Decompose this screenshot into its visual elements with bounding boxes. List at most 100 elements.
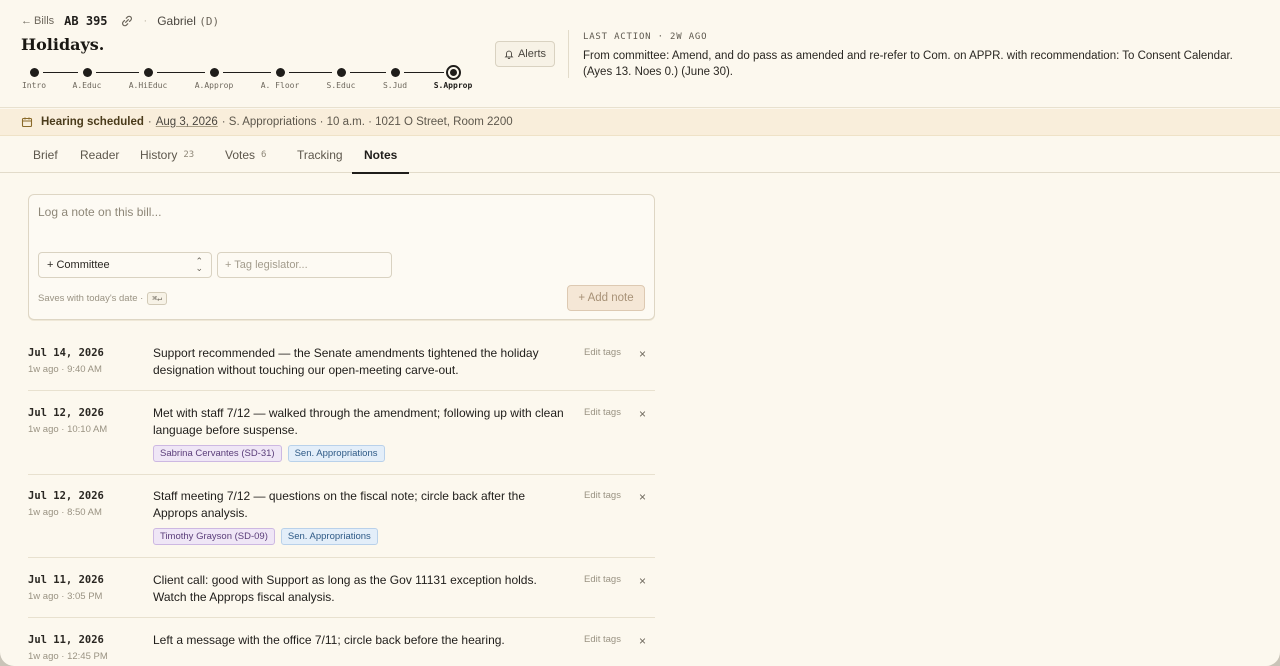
step-dot[interactable] bbox=[82, 68, 92, 77]
add-note-button[interactable]: + Add note bbox=[567, 285, 645, 311]
delete-note-icon[interactable]: × bbox=[639, 408, 646, 420]
delete-note-icon[interactable]: × bbox=[639, 575, 646, 587]
edit-tags-button[interactable]: Edit tags bbox=[584, 490, 621, 501]
note-text: Client call: good with Support as long a… bbox=[153, 573, 537, 604]
separator: · bbox=[147, 116, 152, 128]
note-date: Jul 11, 2026 bbox=[28, 574, 104, 586]
note-text: Left a message with the office 7/11; cir… bbox=[153, 633, 505, 647]
committee-select-value: + Committee bbox=[47, 259, 110, 271]
hearing-label: Hearing scheduled bbox=[41, 116, 144, 128]
hearing-details: · S. Appropriations · 10 a.m. · 1021 O S… bbox=[221, 116, 513, 128]
committee-tag[interactable]: Sen. Appropriations bbox=[287, 445, 385, 462]
tab-count: 6 bbox=[261, 150, 267, 160]
tab-label: Votes bbox=[225, 148, 256, 162]
tab-tracking[interactable]: Tracking bbox=[297, 137, 343, 173]
note-date: Jul 12, 2026 bbox=[28, 407, 104, 419]
note-timestamp: 1w ago · 9:40 AM bbox=[28, 364, 102, 375]
tag-legislator-input[interactable] bbox=[217, 252, 392, 278]
committee-tag[interactable]: Sen. Appropriations bbox=[280, 528, 378, 545]
step-label: S.Jud bbox=[382, 81, 408, 90]
note-timestamp: 1w ago · 3:05 PM bbox=[28, 591, 103, 602]
committee-select[interactable]: + Committee ⌃ ⌄ bbox=[38, 252, 212, 278]
step-label: Intro bbox=[21, 81, 47, 90]
breadcrumb: ← Bills AB 395 · Gabriel (D) bbox=[21, 14, 219, 28]
tab-reader[interactable]: Reader bbox=[80, 137, 119, 173]
tab-brief[interactable]: Brief bbox=[33, 137, 58, 173]
step-connector bbox=[289, 72, 332, 73]
back-label: Bills bbox=[34, 15, 55, 27]
step-label: A. Floor bbox=[260, 81, 300, 90]
last-action-panel: LAST ACTION · 2W AGO From committee: Ame… bbox=[583, 32, 1253, 80]
divider bbox=[568, 30, 569, 78]
bill-progress-stepper: Intro A.Educ A.HiEduc A.Approp A. Floor S.Edu… bbox=[21, 64, 491, 94]
step-dot[interactable] bbox=[275, 68, 285, 77]
tab-label: Notes bbox=[364, 148, 398, 162]
step-connector bbox=[350, 72, 386, 73]
note-date: Jul 11, 2026 bbox=[28, 634, 104, 646]
note-timestamp: 1w ago · 8:50 AM bbox=[28, 507, 102, 518]
keyboard-shortcut: ⌘↵ bbox=[147, 292, 167, 305]
tab-label: History bbox=[140, 148, 178, 162]
note-tags: Timothy Grayson (SD-09) Sen. Appropriatio… bbox=[153, 528, 378, 545]
app-window: ← Bills AB 395 · Gabriel (D) Holidays. I… bbox=[0, 0, 1280, 666]
edit-tags-button[interactable]: Edit tags bbox=[584, 574, 621, 585]
step-dot[interactable] bbox=[143, 68, 153, 77]
arrow-left-icon: ← bbox=[21, 15, 32, 27]
delete-note-icon[interactable]: × bbox=[639, 635, 646, 647]
edit-tags-button[interactable]: Edit tags bbox=[584, 347, 621, 358]
delete-note-icon[interactable]: × bbox=[639, 348, 646, 360]
step-connector bbox=[43, 72, 78, 73]
tab-votes[interactable]: Votes 6 bbox=[225, 137, 266, 173]
tab-notes[interactable]: Notes bbox=[352, 137, 410, 174]
note-text: Met with staff 7/12 — walked through the… bbox=[153, 406, 564, 437]
tab-label: Tracking bbox=[297, 148, 343, 162]
edit-tags-button[interactable]: Edit tags bbox=[584, 407, 621, 418]
tab-label: Brief bbox=[33, 148, 58, 162]
step-label: A.Approp bbox=[194, 81, 234, 90]
edit-tags-button[interactable]: Edit tags bbox=[584, 634, 621, 645]
legislator-tag[interactable]: Timothy Grayson (SD-09) bbox=[153, 528, 275, 545]
note-date: Jul 14, 2026 bbox=[28, 347, 104, 359]
hearing-date[interactable]: Aug 3, 2026 bbox=[156, 116, 218, 128]
saves-hint: Saves with today's date · ⌘↵ bbox=[38, 292, 167, 305]
bill-author: Gabriel (D) bbox=[157, 14, 219, 28]
note-tags: Sabrina Cervantes (SD-31) Sen. Appropriat… bbox=[153, 445, 385, 462]
note-timestamp: 1w ago · 12:45 PM bbox=[28, 651, 108, 662]
back-to-bills-link[interactable]: ← Bills bbox=[21, 15, 54, 27]
step-dot[interactable] bbox=[336, 68, 346, 77]
step-dot[interactable] bbox=[29, 68, 39, 77]
saves-text: Saves with today's date · bbox=[38, 293, 144, 304]
bill-title: Holidays. bbox=[21, 35, 105, 54]
step-label: A.HiEduc bbox=[128, 81, 168, 90]
last-action-heading: LAST ACTION · 2W AGO bbox=[583, 32, 708, 42]
note-item: Jul 14, 2026 1w ago · 9:40 AM Support reco… bbox=[28, 346, 655, 391]
note-item: Jul 12, 2026 1w ago · 10:10 AM Met with st… bbox=[28, 406, 655, 475]
step-connector bbox=[404, 72, 444, 73]
step-dot[interactable] bbox=[209, 68, 219, 77]
hearing-banner: Hearing scheduled · Aug 3, 2026 · S. App… bbox=[0, 109, 1280, 136]
bill-tabs: Brief Reader History 23 Votes 6 Tracking Notes bbox=[0, 137, 1280, 174]
alerts-label: Alerts bbox=[517, 48, 547, 60]
calendar-icon bbox=[21, 117, 33, 128]
bell-icon bbox=[504, 50, 514, 59]
alerts-button[interactable]: Alerts bbox=[495, 41, 555, 67]
legislator-tag[interactable]: Sabrina Cervantes (SD-31) bbox=[153, 445, 282, 462]
step-connector bbox=[223, 72, 271, 73]
link-icon[interactable] bbox=[120, 14, 134, 28]
step-label: A.Educ bbox=[72, 81, 102, 90]
note-text: Staff meeting 7/12 — questions on the fi… bbox=[153, 489, 525, 520]
bill-id: AB 395 bbox=[64, 14, 108, 28]
tab-history[interactable]: History 23 bbox=[140, 137, 194, 173]
note-item: Jul 11, 2026 1w ago · 12:45 PM Left a mess… bbox=[28, 633, 655, 666]
note-text: Support recommended — the Senate amendme… bbox=[153, 346, 539, 377]
note-composer: + Committee ⌃⌄ Saves with today's date ·… bbox=[28, 194, 655, 320]
delete-note-icon[interactable]: × bbox=[639, 491, 646, 503]
author-name: Gabriel bbox=[157, 14, 196, 28]
step-label: S.Approp bbox=[433, 81, 473, 90]
step-dot[interactable] bbox=[390, 68, 400, 77]
note-input[interactable] bbox=[38, 205, 638, 245]
note-item: Jul 12, 2026 1w ago · 8:50 AM Staff meetin… bbox=[28, 489, 655, 558]
step-dot[interactable] bbox=[445, 65, 461, 80]
note-item: Jul 11, 2026 1w ago · 3:05 PM Client call:… bbox=[28, 573, 655, 618]
note-date: Jul 12, 2026 bbox=[28, 490, 104, 502]
